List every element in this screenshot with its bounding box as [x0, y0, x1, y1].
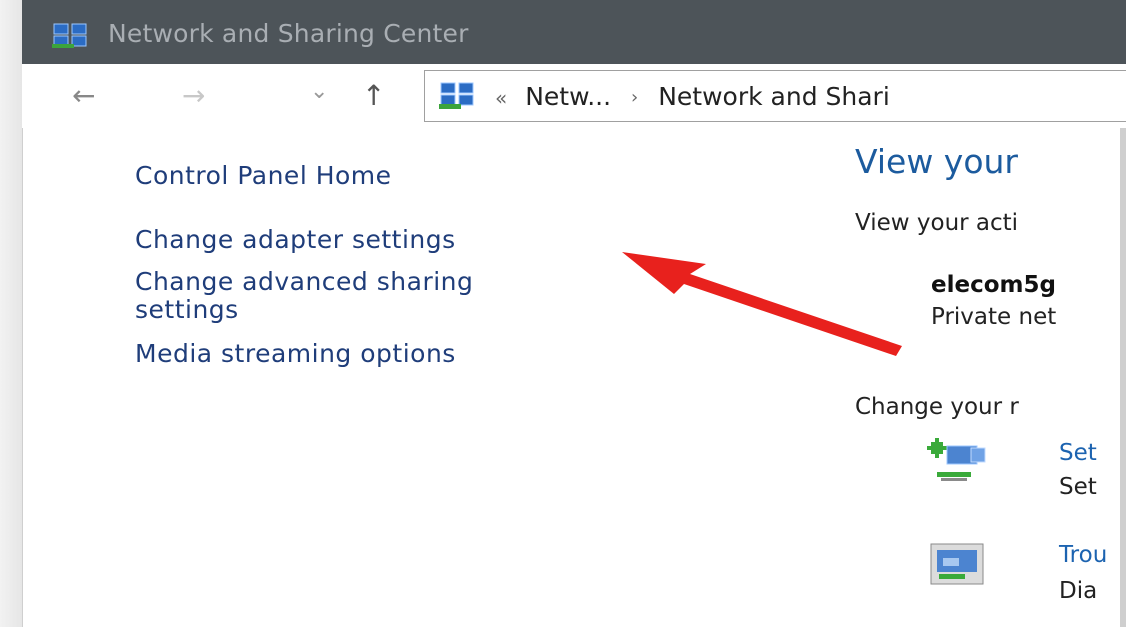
page-title: View your — [855, 142, 1019, 181]
breadcrumb-separator[interactable]: › — [631, 87, 638, 108]
up-button[interactable]: ↑ — [362, 82, 385, 110]
section-heading: Change your r — [855, 394, 1019, 420]
sidebar-item-label-continued: settings — [135, 295, 239, 324]
window-left-edge — [0, 0, 23, 627]
main-content: View your View your acti elecom5g Privat… — [855, 128, 1126, 627]
task-link-troubleshoot[interactable]: Trou — [1059, 542, 1107, 568]
window-title: Network and Sharing Center — [108, 19, 469, 48]
network-center-icon — [439, 82, 474, 109]
sidebar-item-media-streaming[interactable]: Media streaming options — [135, 338, 456, 370]
task-desc-troubleshoot: Dia — [1059, 578, 1098, 604]
navigation-bar: ← → ⌄ ↑ « Netw... › Network and Shari — [22, 64, 1126, 128]
breadcrumb: « Netw... › Network and Shari — [495, 82, 890, 111]
sidebar-item-control-panel-home[interactable]: Control Panel Home — [135, 160, 392, 192]
troubleshoot-icon — [930, 543, 984, 585]
back-button[interactable]: ← — [72, 82, 95, 110]
breadcrumb-item-network-sharing[interactable]: Network and Shari — [658, 82, 890, 111]
network-center-icon — [52, 23, 87, 48]
network-setup-icon — [927, 438, 986, 481]
sidebar-item-change-adapter-settings[interactable]: Change adapter settings — [135, 224, 456, 256]
task-desc-setup: Set — [1059, 474, 1097, 500]
title-bar[interactable]: Network and Sharing Center — [22, 0, 1126, 64]
breadcrumb-item-network[interactable]: Netw... — [525, 82, 611, 111]
recent-locations-button[interactable]: ⌄ — [310, 78, 328, 106]
page-subtitle: View your acti — [855, 210, 1019, 236]
breadcrumb-overflow[interactable]: « — [495, 86, 507, 110]
task-link-setup[interactable]: Set — [1059, 440, 1097, 466]
address-bar[interactable]: « Netw... › Network and Shari — [424, 70, 1126, 122]
network-name: elecom5g — [931, 272, 1056, 298]
forward-button[interactable]: → — [182, 82, 205, 110]
network-type: Private net — [931, 304, 1057, 330]
